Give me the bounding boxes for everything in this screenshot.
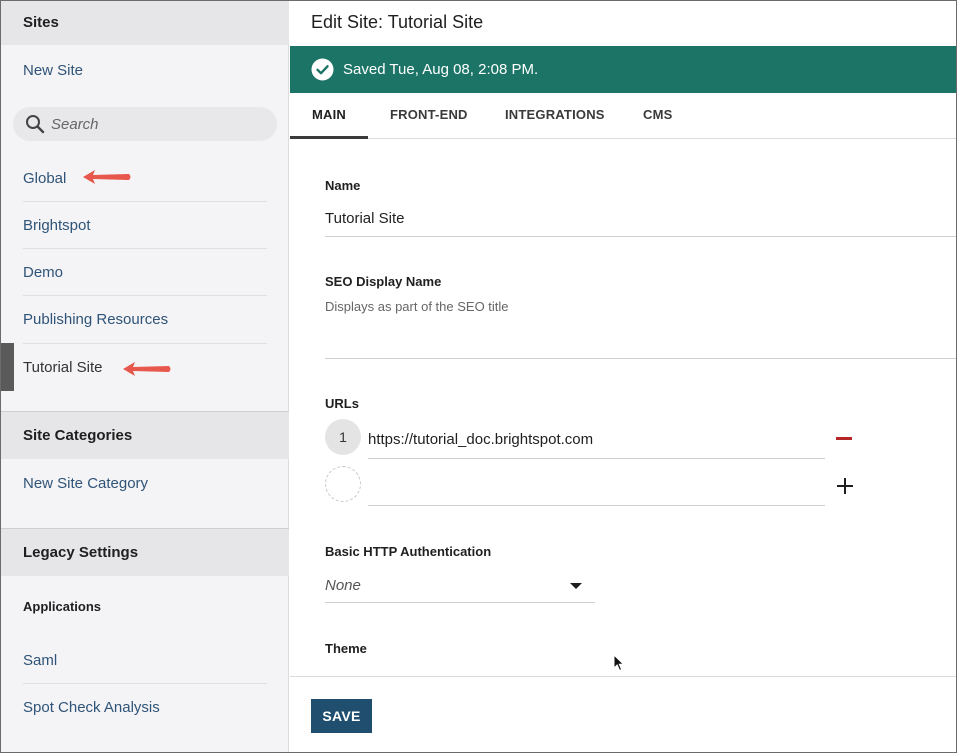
new-site-category-link[interactable]: New Site Category — [23, 474, 148, 494]
selected-indicator — [1, 343, 14, 391]
divider — [23, 201, 267, 202]
url-input[interactable]: https://tutorial_doc.brightspot.com — [368, 431, 593, 448]
sidebar-item-demo[interactable]: Demo — [23, 263, 63, 283]
search-icon — [26, 115, 45, 134]
mouse-cursor-icon — [613, 654, 625, 672]
remove-url-icon[interactable] — [836, 437, 852, 440]
basic-http-auth-label: Basic HTTP Authentication — [325, 544, 492, 559]
edit-form: Name Tutorial Site SEO Display Name Disp… — [290, 140, 956, 676]
sidebar-item-tutorial-site[interactable]: Tutorial Site — [23, 358, 102, 378]
new-site-link[interactable]: New Site — [23, 61, 83, 81]
app-window: Sites New Site Global Brightspot Demo Pu… — [0, 0, 957, 753]
divider — [23, 343, 267, 344]
saved-message: Saved Tue, Aug 08, 2:08 PM. — [343, 61, 539, 78]
add-url-icon-stem[interactable] — [844, 478, 846, 494]
legacy-settings-header: Legacy Settings — [1, 529, 289, 576]
seo-display-name-input[interactable] — [325, 358, 956, 359]
url-underline — [368, 458, 825, 459]
tab-bar: MAIN FRONT-END INTEGRATIONS CMS — [290, 93, 956, 139]
divider — [23, 248, 267, 249]
applications-header: Applications — [23, 599, 102, 614]
page-title: Edit Site: Tutorial Site — [311, 12, 484, 32]
chevron-down-icon[interactable] — [570, 583, 582, 589]
main-panel: Edit Site: Tutorial Site Saved Tue, Aug … — [290, 1, 956, 752]
name-input[interactable]: Tutorial Site — [325, 210, 404, 227]
seo-display-name-hint: Displays as part of the SEO title — [325, 299, 509, 314]
tab-front-end[interactable]: FRONT-END — [390, 93, 468, 139]
tab-main[interactable]: MAIN — [290, 93, 368, 139]
name-underline — [325, 236, 956, 237]
divider — [23, 295, 267, 296]
theme-label: Theme — [325, 641, 367, 656]
sidebar-item-spot-check-analysis[interactable]: Spot Check Analysis — [23, 698, 160, 718]
site-categories-header: Site Categories — [1, 412, 289, 459]
url-index-badge: 1 — [325, 419, 361, 455]
tab-cms[interactable]: CMS — [643, 93, 673, 139]
divider — [23, 683, 267, 684]
sidebar: Sites New Site Global Brightspot Demo Pu… — [1, 1, 289, 752]
saved-banner: Saved Tue, Aug 08, 2:08 PM. — [290, 46, 956, 93]
urls-label: URLs — [325, 396, 359, 411]
sidebar-item-brightspot[interactable]: Brightspot — [23, 216, 91, 236]
new-url-input[interactable] — [368, 505, 825, 506]
seo-display-name-label: SEO Display Name — [325, 274, 442, 289]
sidebar-item-publishing-resources[interactable]: Publishing Resources — [23, 310, 168, 330]
annotation-arrow-icon — [83, 170, 131, 184]
check-circle-icon — [311, 58, 334, 81]
site-search[interactable] — [13, 107, 277, 141]
search-input[interactable] — [51, 107, 271, 141]
save-button[interactable]: SAVE — [311, 699, 372, 733]
sites-header: Sites — [1, 1, 289, 45]
tab-integrations[interactable]: INTEGRATIONS — [505, 93, 605, 139]
name-label: Name — [325, 178, 361, 193]
new-url-index-badge — [325, 466, 361, 502]
annotation-arrow-icon — [123, 362, 171, 376]
form-footer: SAVE — [290, 676, 956, 752]
auth-select-underline — [325, 602, 595, 603]
sidebar-item-global[interactable]: Global — [23, 169, 66, 189]
basic-http-auth-select[interactable]: None — [325, 577, 361, 594]
sidebar-item-saml[interactable]: Saml — [23, 651, 57, 671]
